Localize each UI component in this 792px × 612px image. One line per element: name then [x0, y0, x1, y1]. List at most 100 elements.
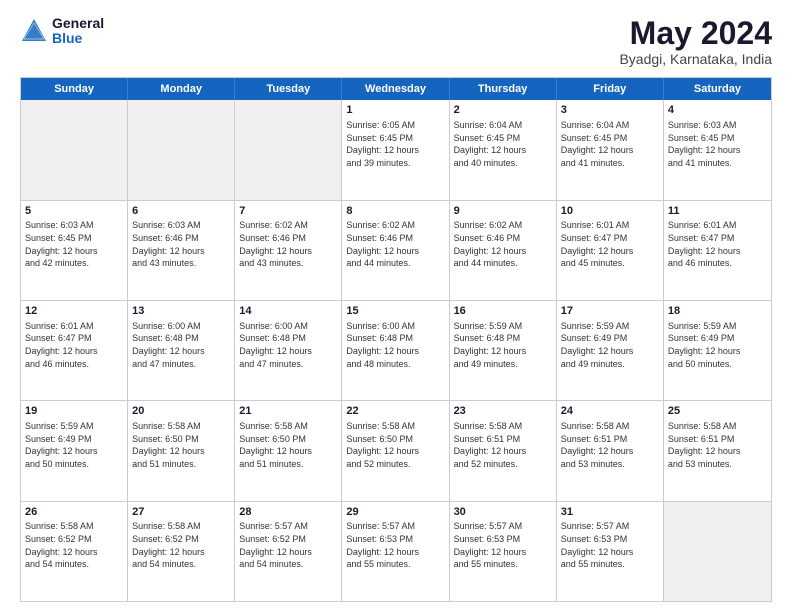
day-info: Sunrise: 5:57 AM Sunset: 6:53 PM Dayligh… — [454, 520, 552, 570]
day-info: Sunrise: 5:59 AM Sunset: 6:49 PM Dayligh… — [25, 420, 123, 470]
day-info: Sunrise: 5:59 AM Sunset: 6:49 PM Dayligh… — [561, 320, 659, 370]
day-info: Sunrise: 6:04 AM Sunset: 6:45 PM Dayligh… — [454, 119, 552, 169]
header-day-monday: Monday — [128, 78, 235, 100]
calendar-week-1: 1Sunrise: 6:05 AM Sunset: 6:45 PM Daylig… — [21, 100, 771, 200]
day-number: 4 — [668, 103, 767, 118]
day-number: 17 — [561, 304, 659, 319]
header-day-friday: Friday — [557, 78, 664, 100]
logo-blue: Blue — [52, 31, 104, 46]
day-info: Sunrise: 5:58 AM Sunset: 6:50 PM Dayligh… — [132, 420, 230, 470]
calendar-cell-day-15: 15Sunrise: 6:00 AM Sunset: 6:48 PM Dayli… — [342, 301, 449, 400]
calendar-cell-day-23: 23Sunrise: 5:58 AM Sunset: 6:51 PM Dayli… — [450, 401, 557, 500]
calendar-cell-day-6: 6Sunrise: 6:03 AM Sunset: 6:46 PM Daylig… — [128, 201, 235, 300]
day-number: 23 — [454, 404, 552, 419]
calendar-cell-day-19: 19Sunrise: 5:59 AM Sunset: 6:49 PM Dayli… — [21, 401, 128, 500]
day-number: 21 — [239, 404, 337, 419]
day-info: Sunrise: 5:58 AM Sunset: 6:51 PM Dayligh… — [454, 420, 552, 470]
day-number: 3 — [561, 103, 659, 118]
day-info: Sunrise: 6:00 AM Sunset: 6:48 PM Dayligh… — [132, 320, 230, 370]
day-info: Sunrise: 5:57 AM Sunset: 6:53 PM Dayligh… — [561, 520, 659, 570]
day-info: Sunrise: 6:02 AM Sunset: 6:46 PM Dayligh… — [454, 219, 552, 269]
day-info: Sunrise: 6:02 AM Sunset: 6:46 PM Dayligh… — [239, 219, 337, 269]
calendar-cell-day-27: 27Sunrise: 5:58 AM Sunset: 6:52 PM Dayli… — [128, 502, 235, 601]
day-number: 27 — [132, 505, 230, 520]
day-number: 10 — [561, 204, 659, 219]
day-number: 30 — [454, 505, 552, 520]
calendar-cell-day-25: 25Sunrise: 5:58 AM Sunset: 6:51 PM Dayli… — [664, 401, 771, 500]
calendar-cell-day-20: 20Sunrise: 5:58 AM Sunset: 6:50 PM Dayli… — [128, 401, 235, 500]
day-info: Sunrise: 6:01 AM Sunset: 6:47 PM Dayligh… — [25, 320, 123, 370]
logo-general: General — [52, 16, 104, 31]
calendar-cell-day-2: 2Sunrise: 6:04 AM Sunset: 6:45 PM Daylig… — [450, 100, 557, 199]
day-info: Sunrise: 6:04 AM Sunset: 6:45 PM Dayligh… — [561, 119, 659, 169]
day-number: 22 — [346, 404, 444, 419]
calendar-cell-empty — [21, 100, 128, 199]
day-info: Sunrise: 6:01 AM Sunset: 6:47 PM Dayligh… — [561, 219, 659, 269]
day-info: Sunrise: 5:58 AM Sunset: 6:50 PM Dayligh… — [346, 420, 444, 470]
day-info: Sunrise: 5:58 AM Sunset: 6:52 PM Dayligh… — [132, 520, 230, 570]
calendar-cell-day-7: 7Sunrise: 6:02 AM Sunset: 6:46 PM Daylig… — [235, 201, 342, 300]
calendar-cell-day-21: 21Sunrise: 5:58 AM Sunset: 6:50 PM Dayli… — [235, 401, 342, 500]
day-info: Sunrise: 6:05 AM Sunset: 6:45 PM Dayligh… — [346, 119, 444, 169]
day-info: Sunrise: 6:00 AM Sunset: 6:48 PM Dayligh… — [239, 320, 337, 370]
calendar-body: 1Sunrise: 6:05 AM Sunset: 6:45 PM Daylig… — [21, 100, 771, 601]
page: General Blue May 2024 Byadgi, Karnataka,… — [0, 0, 792, 612]
calendar-cell-day-8: 8Sunrise: 6:02 AM Sunset: 6:46 PM Daylig… — [342, 201, 449, 300]
day-info: Sunrise: 6:00 AM Sunset: 6:48 PM Dayligh… — [346, 320, 444, 370]
calendar-cell-day-31: 31Sunrise: 5:57 AM Sunset: 6:53 PM Dayli… — [557, 502, 664, 601]
day-number: 5 — [25, 204, 123, 219]
calendar-week-2: 5Sunrise: 6:03 AM Sunset: 6:45 PM Daylig… — [21, 201, 771, 301]
calendar-cell-empty — [235, 100, 342, 199]
calendar-cell-empty — [664, 502, 771, 601]
calendar-header: SundayMondayTuesdayWednesdayThursdayFrid… — [21, 78, 771, 100]
day-info: Sunrise: 6:02 AM Sunset: 6:46 PM Dayligh… — [346, 219, 444, 269]
logo-text: General Blue — [52, 16, 104, 47]
day-number: 11 — [668, 204, 767, 219]
calendar-cell-day-12: 12Sunrise: 6:01 AM Sunset: 6:47 PM Dayli… — [21, 301, 128, 400]
day-number: 29 — [346, 505, 444, 520]
calendar-cell-day-24: 24Sunrise: 5:58 AM Sunset: 6:51 PM Dayli… — [557, 401, 664, 500]
day-number: 20 — [132, 404, 230, 419]
day-number: 24 — [561, 404, 659, 419]
logo-icon — [20, 17, 48, 45]
day-number: 25 — [668, 404, 767, 419]
day-number: 19 — [25, 404, 123, 419]
day-number: 1 — [346, 103, 444, 118]
day-number: 15 — [346, 304, 444, 319]
day-info: Sunrise: 5:57 AM Sunset: 6:53 PM Dayligh… — [346, 520, 444, 570]
calendar-cell-day-1: 1Sunrise: 6:05 AM Sunset: 6:45 PM Daylig… — [342, 100, 449, 199]
day-number: 28 — [239, 505, 337, 520]
day-info: Sunrise: 6:03 AM Sunset: 6:45 PM Dayligh… — [25, 219, 123, 269]
month-title: May 2024 — [619, 16, 772, 51]
day-info: Sunrise: 5:59 AM Sunset: 6:48 PM Dayligh… — [454, 320, 552, 370]
day-info: Sunrise: 5:58 AM Sunset: 6:50 PM Dayligh… — [239, 420, 337, 470]
calendar-cell-day-4: 4Sunrise: 6:03 AM Sunset: 6:45 PM Daylig… — [664, 100, 771, 199]
logo: General Blue — [20, 16, 104, 47]
calendar: SundayMondayTuesdayWednesdayThursdayFrid… — [20, 77, 772, 602]
header: General Blue May 2024 Byadgi, Karnataka,… — [20, 16, 772, 67]
day-number: 2 — [454, 103, 552, 118]
calendar-cell-day-13: 13Sunrise: 6:00 AM Sunset: 6:48 PM Dayli… — [128, 301, 235, 400]
day-info: Sunrise: 6:03 AM Sunset: 6:46 PM Dayligh… — [132, 219, 230, 269]
calendar-cell-day-9: 9Sunrise: 6:02 AM Sunset: 6:46 PM Daylig… — [450, 201, 557, 300]
day-info: Sunrise: 6:01 AM Sunset: 6:47 PM Dayligh… — [668, 219, 767, 269]
day-number: 6 — [132, 204, 230, 219]
calendar-cell-day-5: 5Sunrise: 6:03 AM Sunset: 6:45 PM Daylig… — [21, 201, 128, 300]
title-block: May 2024 Byadgi, Karnataka, India — [619, 16, 772, 67]
calendar-cell-day-10: 10Sunrise: 6:01 AM Sunset: 6:47 PM Dayli… — [557, 201, 664, 300]
header-day-saturday: Saturday — [664, 78, 771, 100]
calendar-cell-day-11: 11Sunrise: 6:01 AM Sunset: 6:47 PM Dayli… — [664, 201, 771, 300]
day-info: Sunrise: 5:58 AM Sunset: 6:52 PM Dayligh… — [25, 520, 123, 570]
day-number: 18 — [668, 304, 767, 319]
calendar-cell-day-17: 17Sunrise: 5:59 AM Sunset: 6:49 PM Dayli… — [557, 301, 664, 400]
day-number: 16 — [454, 304, 552, 319]
day-info: Sunrise: 5:59 AM Sunset: 6:49 PM Dayligh… — [668, 320, 767, 370]
calendar-cell-day-29: 29Sunrise: 5:57 AM Sunset: 6:53 PM Dayli… — [342, 502, 449, 601]
calendar-cell-day-26: 26Sunrise: 5:58 AM Sunset: 6:52 PM Dayli… — [21, 502, 128, 601]
day-number: 12 — [25, 304, 123, 319]
day-number: 7 — [239, 204, 337, 219]
day-info: Sunrise: 5:58 AM Sunset: 6:51 PM Dayligh… — [561, 420, 659, 470]
day-info: Sunrise: 6:03 AM Sunset: 6:45 PM Dayligh… — [668, 119, 767, 169]
calendar-cell-day-30: 30Sunrise: 5:57 AM Sunset: 6:53 PM Dayli… — [450, 502, 557, 601]
calendar-cell-day-28: 28Sunrise: 5:57 AM Sunset: 6:52 PM Dayli… — [235, 502, 342, 601]
